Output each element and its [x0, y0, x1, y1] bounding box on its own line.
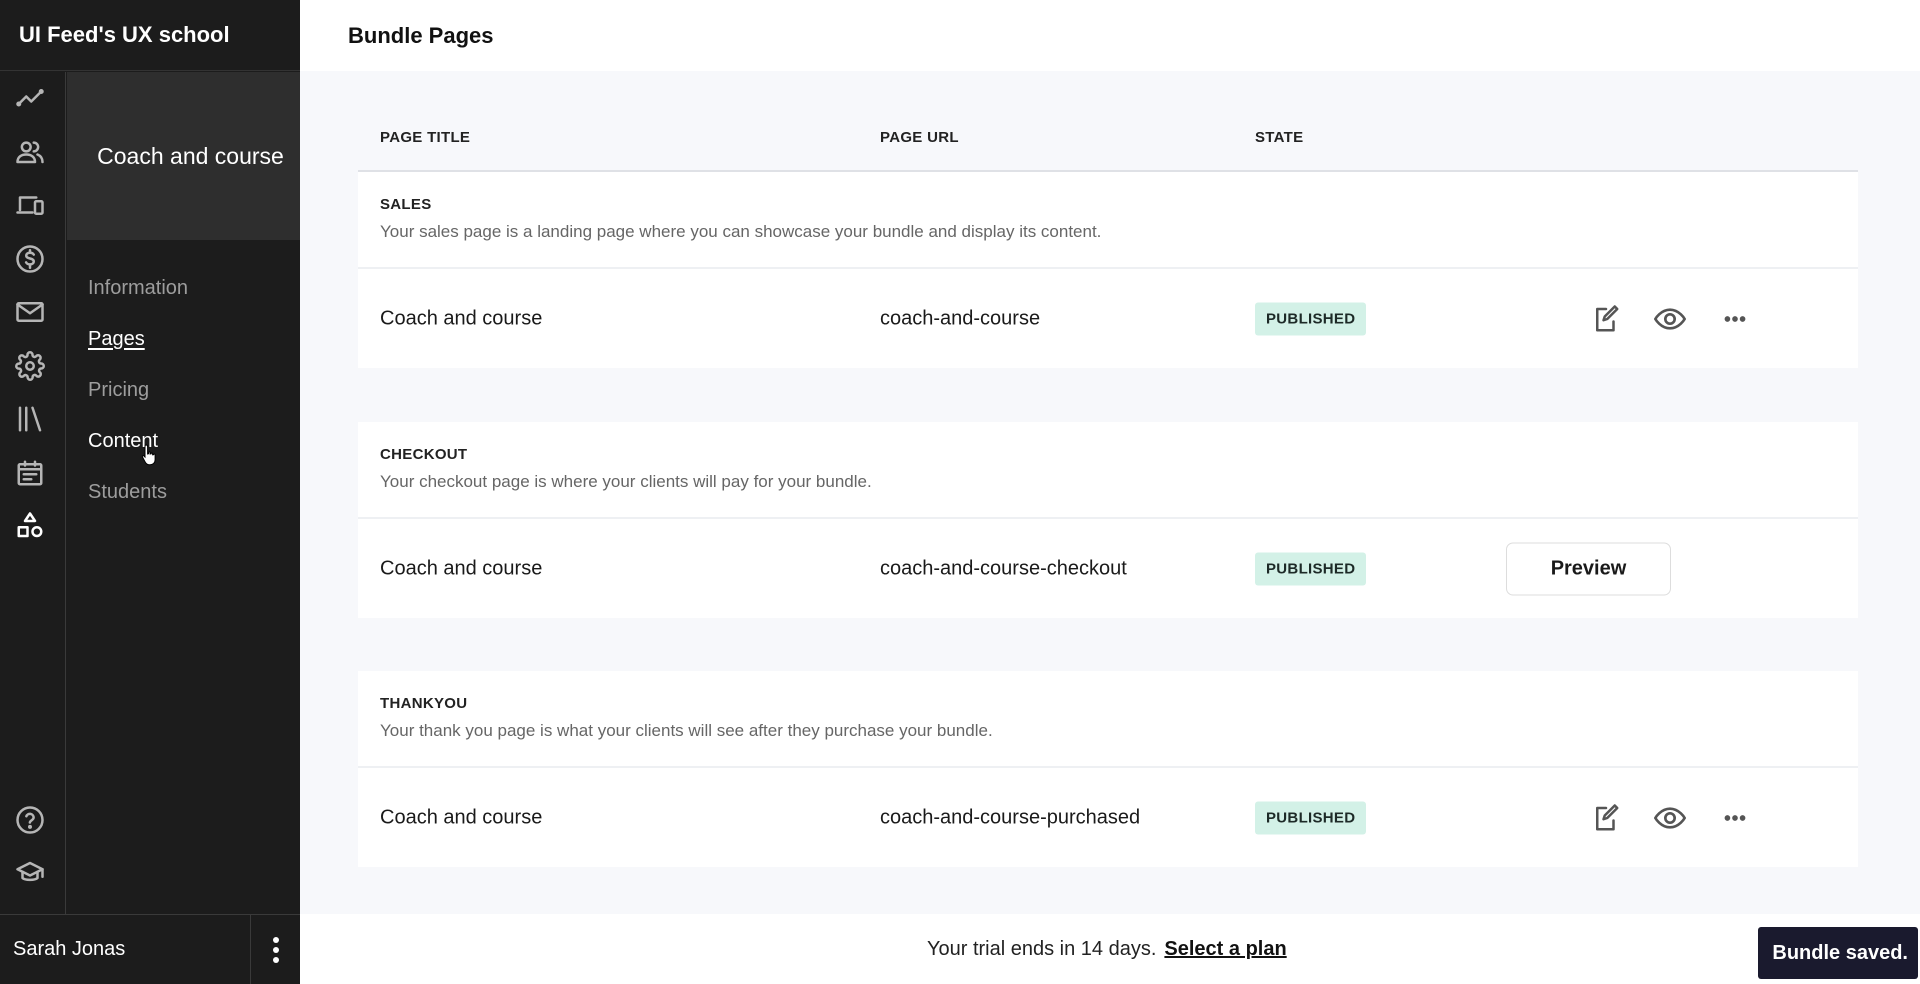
edit-button[interactable]	[1589, 302, 1623, 336]
user-bar: Sarah Jonas	[0, 914, 300, 984]
rail-item-users[interactable]	[13, 135, 47, 169]
status-badge: PUBLISHED	[1255, 302, 1367, 335]
column-header-page-url: PAGE URL	[880, 129, 959, 146]
dollar-icon	[16, 245, 44, 273]
hand-cursor-icon	[141, 444, 156, 466]
more-horizontal-icon	[1724, 814, 1746, 821]
table-header: PAGE TITLE PAGE URL STATE	[358, 120, 1858, 172]
help-icon	[16, 806, 44, 834]
subnav-item-content[interactable]: Content	[88, 429, 300, 480]
bundle-title-panel: Coach and course	[67, 72, 300, 240]
trial-text: Your trial ends in 14 days.	[927, 937, 1157, 960]
rail-item-calendar[interactable]	[13, 456, 47, 490]
analytics-icon	[16, 89, 44, 107]
eye-icon	[1654, 806, 1686, 829]
rail-item-products[interactable]	[13, 188, 47, 222]
section-thankyou: THANKYOU Your thank you page is what you…	[358, 671, 1858, 867]
more-vertical-icon	[272, 936, 279, 963]
user-menu-button[interactable]	[251, 915, 300, 984]
toast-notification: Bundle saved.	[1758, 927, 1918, 979]
section-title: SALES	[380, 196, 432, 213]
gear-icon	[15, 351, 45, 381]
calendar-icon	[17, 460, 43, 486]
bundle-subnav: Coach and course Information Pages Prici…	[67, 72, 300, 914]
page-url-cell: coach-and-course-purchased	[880, 806, 1141, 828]
section-checkout: CHECKOUT Your checkout page is where you…	[358, 422, 1858, 618]
rail-item-help[interactable]	[13, 803, 47, 837]
section-title: THANKYOU	[380, 695, 468, 712]
section-header: THANKYOU Your thank you page is what you…	[358, 671, 1858, 768]
page-url-cell: coach-and-course	[880, 307, 1041, 329]
section-title: CHECKOUT	[380, 446, 468, 463]
section-description: Your checkout page is where your clients…	[380, 472, 872, 491]
rail-item-library[interactable]	[13, 402, 47, 436]
more-options-button[interactable]	[1718, 801, 1752, 835]
trial-footer: Your trial ends in 14 days. Select a plan…	[300, 914, 1920, 984]
page-header: Bundle Pages	[300, 0, 1920, 71]
more-options-button[interactable]	[1718, 302, 1752, 336]
sidebar: UI Feed's UX school Coach and course Inf…	[0, 0, 300, 984]
column-header-page-title: PAGE TITLE	[380, 129, 471, 146]
mail-icon	[16, 302, 44, 322]
app-title: UI Feed's UX school	[19, 22, 230, 47]
rail-item-analytics[interactable]	[13, 82, 47, 116]
table-row: Coach and course coach-and-course-checko…	[358, 519, 1858, 618]
rail-item-apps[interactable]	[13, 509, 47, 543]
subnav-item-pages[interactable]: Pages	[88, 327, 300, 378]
section-header: CHECKOUT Your checkout page is where you…	[358, 422, 1858, 519]
subnav-item-information[interactable]: Information	[88, 276, 300, 327]
edit-icon	[1596, 803, 1619, 830]
page-title-cell: Coach and course	[380, 557, 543, 579]
table-row: Coach and course coach-and-course-purcha…	[358, 768, 1858, 867]
user-name[interactable]: Sarah Jonas	[0, 915, 251, 984]
app-brand[interactable]: UI Feed's UX school	[0, 0, 300, 71]
subnav-item-pricing[interactable]: Pricing	[88, 378, 300, 429]
status-badge: PUBLISHED	[1255, 552, 1367, 585]
view-button[interactable]	[1653, 801, 1687, 835]
graduation-cap-icon	[16, 861, 44, 882]
icon-rail	[0, 72, 66, 914]
users-icon	[16, 141, 44, 164]
page-title: Bundle Pages	[348, 22, 494, 48]
section-header: SALES Your sales page is a landing page …	[358, 172, 1858, 269]
library-icon	[18, 406, 42, 432]
status-badge: PUBLISHED	[1255, 801, 1367, 834]
rail-item-sales[interactable]	[13, 242, 47, 276]
table-row: Coach and course coach-and-course PUBLIS…	[358, 269, 1858, 368]
page-title-cell: Coach and course	[380, 806, 543, 828]
rail-item-settings[interactable]	[13, 349, 47, 383]
subnav-item-students[interactable]: Students	[88, 480, 300, 531]
subnav-list: Information Pages Pricing Content Studen…	[67, 240, 300, 531]
eye-icon	[1654, 307, 1686, 330]
devices-icon	[16, 196, 44, 215]
section-description: Your sales page is a landing page where …	[380, 222, 1102, 241]
select-plan-link[interactable]: Select a plan	[1164, 938, 1286, 960]
section-description: Your thank you page is what your clients…	[380, 721, 993, 740]
page-title-cell: Coach and course	[380, 307, 543, 329]
section-sales: SALES Your sales page is a landing page …	[358, 172, 1858, 368]
page-url-cell: coach-and-course-checkout	[880, 557, 1127, 579]
shapes-icon	[17, 512, 43, 538]
bundle-title: Coach and course	[97, 142, 284, 169]
edit-icon	[1596, 304, 1619, 331]
rail-item-email[interactable]	[13, 295, 47, 329]
view-button[interactable]	[1653, 302, 1687, 336]
rail-item-academy[interactable]	[13, 856, 47, 890]
more-horizontal-icon	[1724, 315, 1746, 322]
edit-button[interactable]	[1589, 801, 1623, 835]
trial-notice: Your trial ends in 14 days. Select a plan	[927, 938, 1287, 961]
column-header-state: STATE	[1255, 129, 1304, 146]
preview-button[interactable]: Preview	[1506, 542, 1671, 595]
